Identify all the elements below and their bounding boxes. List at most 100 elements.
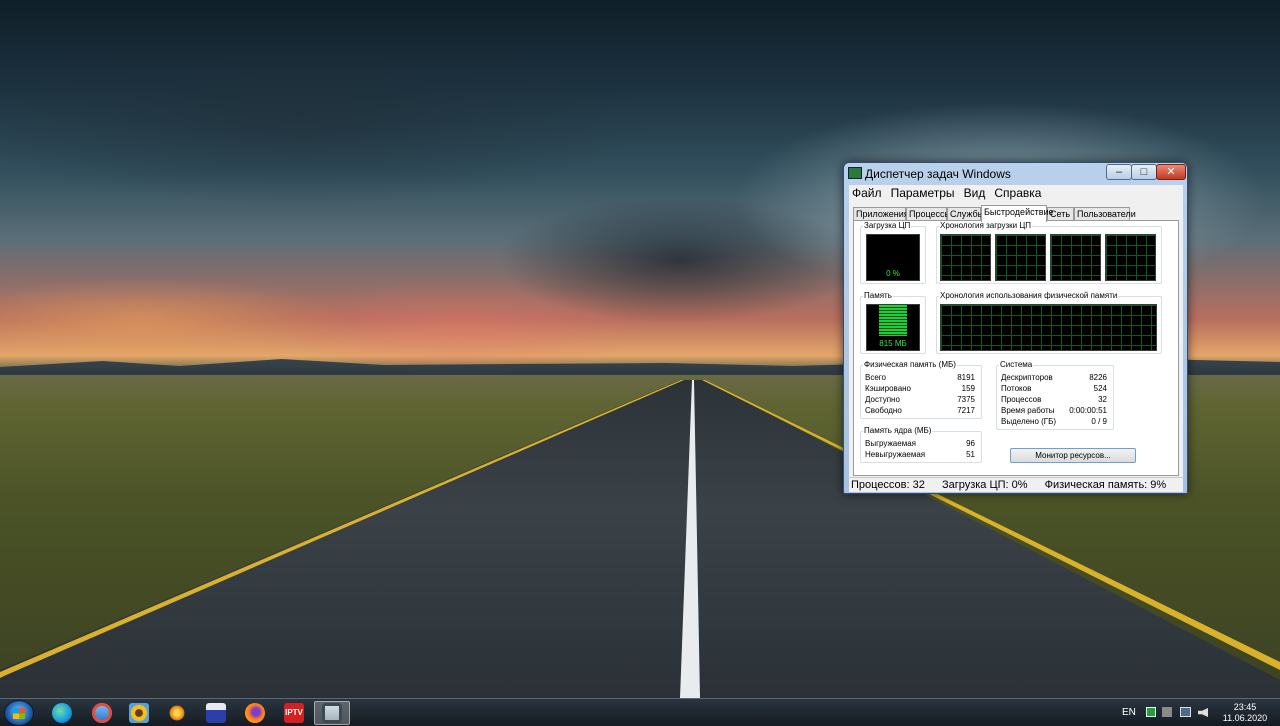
menu-help[interactable]: Справка bbox=[991, 185, 1044, 201]
stat-label: Потоков bbox=[1001, 384, 1032, 393]
resource-monitor-button[interactable]: Монитор ресурсов... bbox=[1010, 448, 1136, 463]
kernel-memory-group: Память ядра (МБ) Выгружаемая 96 Невыгружа… bbox=[860, 426, 982, 463]
stat-value: 32 bbox=[1098, 395, 1107, 404]
memory-history-group: Хронология использования физической памя… bbox=[936, 291, 1162, 354]
stat-label: Свободно bbox=[865, 406, 902, 415]
task-manager-icon bbox=[322, 703, 342, 723]
tab-applications[interactable]: Приложения bbox=[853, 207, 909, 221]
stat-row: Свободно 7217 bbox=[861, 406, 981, 416]
stat-row: Процессов 32 bbox=[997, 395, 1113, 405]
taskbar-item-media-player[interactable] bbox=[163, 701, 191, 725]
kernel-memory-title: Память ядра (МБ) bbox=[863, 426, 933, 435]
stat-value: 8226 bbox=[1089, 373, 1107, 382]
stat-row: Невыгружаемая 51 bbox=[861, 450, 981, 460]
stat-value: 96 bbox=[966, 439, 975, 448]
start-button[interactable] bbox=[4, 700, 34, 726]
tab-services[interactable]: Службы bbox=[947, 207, 984, 221]
tab-users[interactable]: Пользователи bbox=[1074, 207, 1136, 221]
maximize-button[interactable]: □ bbox=[1131, 164, 1157, 180]
cpu-history-graph-core4 bbox=[1105, 234, 1156, 281]
taskbar: IPTV EN 23:45 11.06.2020 bbox=[0, 698, 1280, 726]
cpu-usage-label: Загрузка ЦП bbox=[863, 221, 912, 230]
status-processes: Процессов: 32 bbox=[851, 479, 925, 491]
task-manager-app-icon bbox=[848, 167, 862, 179]
tray-app-icon[interactable] bbox=[1146, 707, 1156, 717]
language-indicator[interactable]: EN bbox=[1122, 707, 1136, 726]
cpu-history-group: Хронология загрузки ЦП bbox=[936, 221, 1162, 284]
minimize-button[interactable]: – bbox=[1106, 164, 1132, 180]
cpu-history-graph-core3 bbox=[1050, 234, 1101, 281]
stat-value: 159 bbox=[961, 384, 975, 393]
iptv-icon-label: IPTV bbox=[285, 708, 303, 717]
stat-value: 8191 bbox=[957, 373, 975, 382]
edge-icon bbox=[52, 703, 72, 723]
stat-label: Кэшировано bbox=[865, 384, 912, 393]
iptv-checker-icon: IPTV bbox=[284, 703, 304, 723]
clock-time: 23:45 bbox=[1233, 702, 1257, 712]
stat-label: Время работы bbox=[1001, 406, 1055, 415]
memory-history-label: Хронология использования физической памя… bbox=[939, 291, 1119, 300]
stat-row: Время работы 0:00:00:51 bbox=[997, 406, 1113, 416]
stat-row: Потоков 524 bbox=[997, 384, 1113, 394]
tab-processes[interactable]: Процессы bbox=[906, 207, 951, 221]
tray-settings-icon[interactable] bbox=[1162, 707, 1172, 717]
cpu-history-label: Хронология загрузки ЦП bbox=[939, 221, 1032, 230]
title-bar[interactable]: Диспетчер задач Windows – □ ✕ bbox=[844, 163, 1187, 185]
cpu-history-graph-core2 bbox=[995, 234, 1046, 281]
task-manager-window[interactable]: Диспетчер задач Windows – □ ✕ Файл Парам… bbox=[843, 162, 1188, 494]
status-bar: Процессов: 32 Загрузка ЦП: 0% Физическая… bbox=[849, 477, 1183, 492]
physical-memory-group: Физическая память (МБ) Всего 8191 Кэширов… bbox=[860, 360, 982, 419]
window-client: Приложения Процессы Службы Быстродействи… bbox=[849, 202, 1183, 477]
stat-row: Доступно 7375 bbox=[861, 395, 981, 405]
stat-row: Выгружаемая 96 bbox=[861, 439, 981, 449]
performance-panel: Загрузка ЦП 0 % Хронология загрузки ЦП П… bbox=[853, 220, 1179, 476]
close-button[interactable]: ✕ bbox=[1156, 164, 1186, 180]
stat-value: 0 / 9 bbox=[1091, 417, 1107, 426]
cpu-history-graph-core1 bbox=[940, 234, 991, 281]
stat-label: Дескрипторов bbox=[1001, 373, 1053, 382]
taskbar-item-clock-tool[interactable] bbox=[88, 701, 116, 725]
stat-label: Процессов bbox=[1001, 395, 1042, 404]
sunflower-icon bbox=[129, 703, 149, 723]
menu-file[interactable]: Файл bbox=[849, 185, 885, 201]
taskbar-item-firefox[interactable] bbox=[241, 701, 269, 725]
volume-icon[interactable] bbox=[1198, 708, 1208, 717]
memory-history-graph bbox=[940, 304, 1157, 351]
stat-label: Доступно bbox=[865, 395, 900, 404]
menu-view[interactable]: Вид bbox=[961, 185, 989, 201]
stat-value: 7217 bbox=[957, 406, 975, 415]
system-group: Система Дескрипторов 8226 Потоков 524 Проц… bbox=[996, 360, 1114, 430]
cpu-usage-gauge: 0 % bbox=[866, 234, 920, 281]
stat-value: 0:00:00:51 bbox=[1069, 406, 1107, 415]
menu-options[interactable]: Параметры bbox=[888, 185, 958, 201]
stat-row: Выделено (ГБ) 0 / 9 bbox=[997, 417, 1113, 427]
menu-bar: Файл Параметры Вид Справка bbox=[849, 185, 1183, 202]
stat-label: Невыгружаемая bbox=[865, 450, 926, 459]
cpu-usage-value: 0 % bbox=[886, 269, 900, 278]
physical-memory-title: Физическая память (МБ) bbox=[863, 360, 957, 369]
clock-date: 11.06.2020 bbox=[1222, 713, 1268, 723]
memory-gauge: 815 МБ bbox=[866, 304, 920, 351]
stat-value: 524 bbox=[1093, 384, 1107, 393]
taskbar-item-edge[interactable] bbox=[48, 701, 76, 725]
floppy-save-icon bbox=[206, 703, 226, 723]
cpu-usage-group: Загрузка ЦП 0 % bbox=[860, 221, 926, 284]
stat-label: Всего bbox=[865, 373, 886, 382]
status-memory: Физическая память: 9% bbox=[1044, 479, 1167, 491]
system-clock[interactable]: 23:45 11.06.2020 bbox=[1216, 702, 1274, 724]
status-cpu: Загрузка ЦП: 0% bbox=[941, 479, 1028, 491]
stat-value: 7375 bbox=[957, 395, 975, 404]
taskbar-item-iptv-checker[interactable]: IPTV bbox=[280, 701, 308, 725]
window-title: Диспетчер задач Windows bbox=[865, 167, 1011, 181]
tab-performance[interactable]: Быстродействие bbox=[981, 205, 1054, 222]
stat-label: Выделено (ГБ) bbox=[1001, 417, 1057, 426]
taskbar-item-task-manager[interactable] bbox=[314, 701, 350, 725]
stat-row: Дескрипторов 8226 bbox=[997, 373, 1113, 383]
taskbar-item-sunflower[interactable] bbox=[125, 701, 153, 725]
network-icon[interactable] bbox=[1180, 707, 1191, 717]
media-player-icon bbox=[167, 703, 187, 723]
taskbar-item-floppy[interactable] bbox=[202, 701, 230, 725]
stat-value: 51 bbox=[966, 450, 975, 459]
firefox-icon bbox=[245, 703, 265, 723]
clock-tool-icon bbox=[92, 703, 112, 723]
